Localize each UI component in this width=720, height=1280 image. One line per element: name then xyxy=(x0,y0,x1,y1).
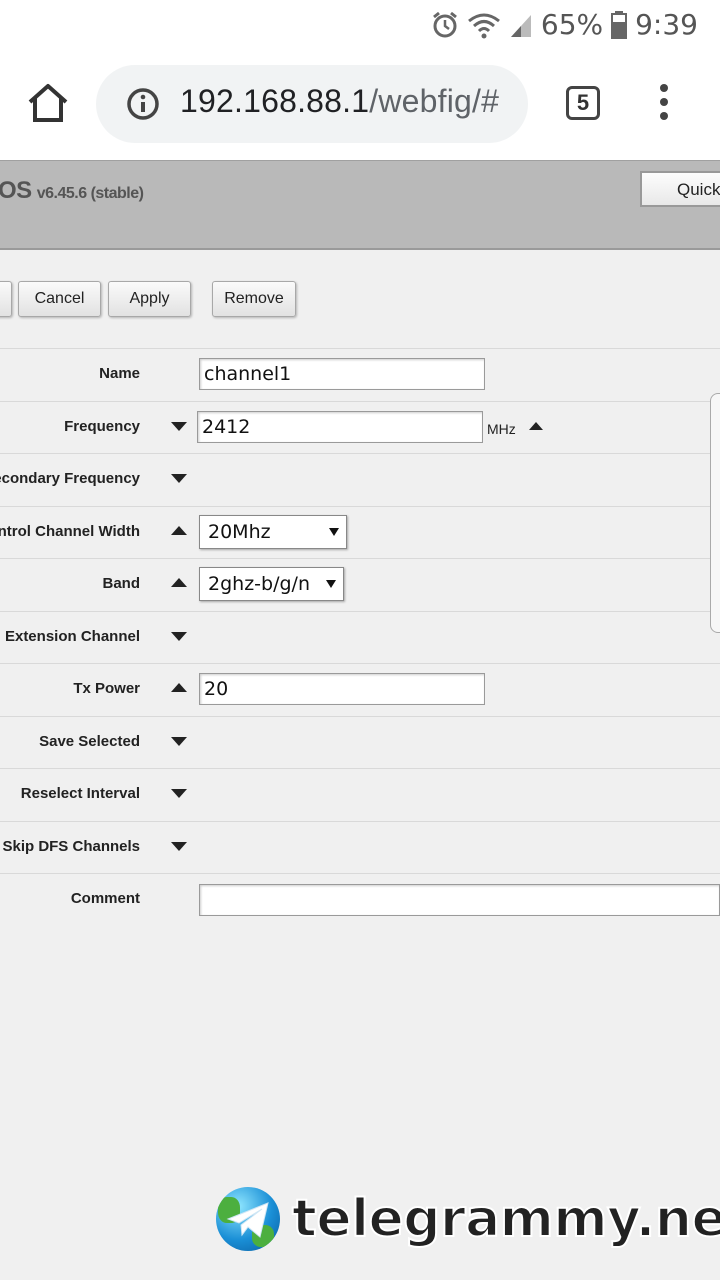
url-path: /webfig/# xyxy=(369,83,500,119)
control-channel-width-label: ntrol Channel Width xyxy=(0,523,140,540)
tab-switcher-button[interactable]: 5 xyxy=(566,86,600,120)
row-tx-power: Tx Power 20 xyxy=(0,663,720,715)
tx-power-collapse-icon[interactable] xyxy=(171,683,187,692)
frequency-collapse-icon[interactable] xyxy=(529,422,543,430)
status-bar: 65% 9:39 xyxy=(0,0,720,50)
frequency-label: Frequency xyxy=(64,418,140,435)
quick-set-button[interactable]: Quick xyxy=(640,171,720,207)
secondary-frequency-label: econdary Frequency xyxy=(0,470,140,487)
frequency-input[interactable]: 2412 xyxy=(197,411,483,443)
page-title: OS v6.45.6 (stable) xyxy=(0,177,144,205)
extension-channel-expand-icon[interactable] xyxy=(171,632,187,641)
band-value: 2ghz-b/g/n xyxy=(208,573,310,595)
status-icons: 65% 9:39 xyxy=(431,8,698,41)
webfig-header: OS v6.45.6 (stable) Quick xyxy=(0,160,720,250)
control-channel-width-collapse-icon[interactable] xyxy=(171,526,187,535)
row-extension-channel: Extension Channel xyxy=(0,611,720,663)
chevron-down-icon xyxy=(326,580,336,588)
remove-button[interactable]: Remove xyxy=(212,281,296,317)
row-secondary-frequency: econdary Frequency xyxy=(0,453,720,505)
telegram-logo-icon xyxy=(216,1187,280,1251)
home-icon[interactable] xyxy=(24,80,72,128)
side-panel-handle[interactable] xyxy=(710,393,720,633)
extension-channel-label: Extension Channel xyxy=(4,628,140,645)
title-version: v6.45.6 (stable) xyxy=(36,185,144,202)
name-input[interactable]: channel1 xyxy=(199,358,485,390)
control-channel-width-value: 20Mhz xyxy=(208,521,271,543)
secondary-frequency-expand-icon[interactable] xyxy=(171,474,187,483)
control-channel-width-select[interactable]: 20Mhz xyxy=(199,515,347,549)
url-host: 192.168.88.1 xyxy=(180,83,370,119)
cancel-button[interactable]: Cancel xyxy=(18,281,101,317)
row-skip-dfs-channels: Skip DFS Channels xyxy=(0,821,720,873)
title-os: OS xyxy=(0,177,32,204)
battery-percent: 65% xyxy=(540,8,604,41)
watermark-text: telegrammy.net xyxy=(291,1188,720,1250)
reselect-interval-label: Reselect Interval xyxy=(20,785,140,802)
frequency-unit: MHz xyxy=(487,421,516,437)
signal-icon xyxy=(510,14,531,37)
save-selected-label: Save Selected xyxy=(39,733,140,750)
band-select[interactable]: 2ghz-b/g/n xyxy=(199,567,344,601)
address-bar[interactable]: 192.168.88.1/webfig/# xyxy=(96,65,528,143)
comment-input[interactable] xyxy=(199,884,720,916)
tx-power-input[interactable]: 20 xyxy=(199,673,485,705)
row-name: Name channel1 xyxy=(0,348,720,400)
tx-power-label: Tx Power xyxy=(73,680,140,697)
battery-icon xyxy=(611,10,628,39)
band-label: Band xyxy=(102,575,141,592)
chevron-down-icon xyxy=(329,528,339,536)
comment-label: Comment xyxy=(70,890,140,907)
wifi-icon xyxy=(467,13,500,38)
name-label: Name xyxy=(99,365,140,382)
row-frequency: Frequency 2412 MHz xyxy=(0,401,720,453)
overflow-menu-icon[interactable] xyxy=(650,84,678,124)
apply-button[interactable]: Apply xyxy=(108,281,191,317)
alarm-icon xyxy=(432,11,457,37)
watermark: telegrammy.net xyxy=(216,1186,720,1252)
url-text[interactable]: 192.168.88.1/webfig/# xyxy=(180,83,499,120)
info-icon[interactable] xyxy=(126,87,160,121)
browser-toolbar: 192.168.88.1/webfig/# 5 xyxy=(0,50,720,160)
ok-button[interactable] xyxy=(0,281,12,317)
row-reselect-interval: Reselect Interval xyxy=(0,768,720,820)
row-comment: Comment xyxy=(0,873,720,925)
skip-dfs-channels-label: Skip DFS Channels xyxy=(2,838,140,855)
reselect-interval-expand-icon[interactable] xyxy=(171,789,187,798)
save-selected-expand-icon[interactable] xyxy=(171,737,187,746)
row-save-selected: Save Selected xyxy=(0,716,720,768)
row-control-channel-width: ntrol Channel Width 20Mhz xyxy=(0,506,720,558)
row-band: Band 2ghz-b/g/n xyxy=(0,558,720,610)
band-collapse-icon[interactable] xyxy=(171,578,187,587)
frequency-expand-icon[interactable] xyxy=(171,422,187,431)
skip-dfs-channels-expand-icon[interactable] xyxy=(171,842,187,851)
clock: 9:39 xyxy=(635,8,698,41)
